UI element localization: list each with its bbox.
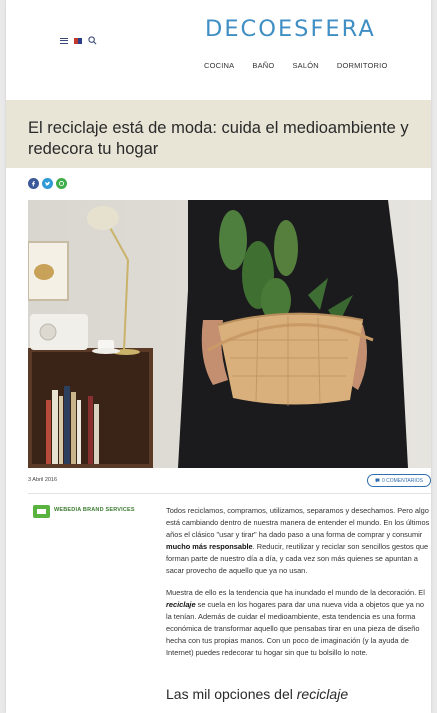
hero-photo [28,200,431,468]
twitter-icon[interactable] [42,178,53,189]
paragraph-1-text-a: Todos reciclamos, compramos, utilizamos,… [166,506,430,539]
menu-icon[interactable] [60,37,68,44]
share-buttons [28,178,67,189]
paragraph-2-text-a: Muestra de ello es la tendencia que ha i… [166,588,425,597]
flag-icon[interactable] [74,37,82,44]
comments-label: 0 COMENTARIOS [381,477,423,484]
comments-button[interactable]: 0 COMENTARIOS [366,474,431,487]
article-title: El reciclaje está de moda: cuida el medi… [28,119,409,158]
facebook-icon[interactable] [28,178,39,189]
subheading-italic: reciclaje [296,686,349,702]
page: DECOESFERA COCINA BAÑO SALÓN DORMITORIO … [6,0,431,713]
author-name[interactable]: WEBEDIA BRAND SERVICES [54,507,135,513]
nav-item-bano[interactable]: BAÑO [252,61,274,70]
whatsapp-icon[interactable] [56,178,67,189]
author-block[interactable]: WEBEDIA BRAND SERVICES [33,505,135,518]
paragraph-2-text-b: se cuela en los hogares para dar una nue… [166,600,425,657]
divider [28,493,431,494]
paragraph-2: Muestra de ello es la tendencia que ha i… [166,587,431,659]
author-logo [33,505,50,518]
article-date: 3 Abril 2016 [28,477,58,483]
paragraph-1-bold: mucho más responsable [166,542,253,551]
nav-item-salon[interactable]: SALÓN [292,61,318,70]
subheading-text: Las mil opciones del [166,686,297,702]
site-header: DECOESFERA COCINA BAÑO SALÓN DORMITORIO [6,0,431,95]
title-band: El reciclaje está de moda: cuida el medi… [6,100,431,168]
section-subheading: Las mil opciones del reciclaje [166,686,348,702]
search-icon[interactable] [88,36,97,45]
paragraph-2-bold: reciclaje [166,600,196,609]
comment-icon [375,478,380,483]
hero-image [28,200,431,468]
article-body: Todos reciclamos, compramos, utilizamos,… [166,505,431,669]
nav-item-cocina[interactable]: COCINA [204,61,234,70]
site-logo[interactable]: DECOESFERA [205,16,376,42]
header-tools [60,36,97,45]
nav-item-dormitorio[interactable]: DORMITORIO [337,61,388,70]
paragraph-1: Todos reciclamos, compramos, utilizamos,… [166,505,431,577]
article-meta: 3 Abril 2016 0 COMENTARIOS [28,474,431,488]
main-nav: COCINA BAÑO SALÓN DORMITORIO [204,61,406,70]
